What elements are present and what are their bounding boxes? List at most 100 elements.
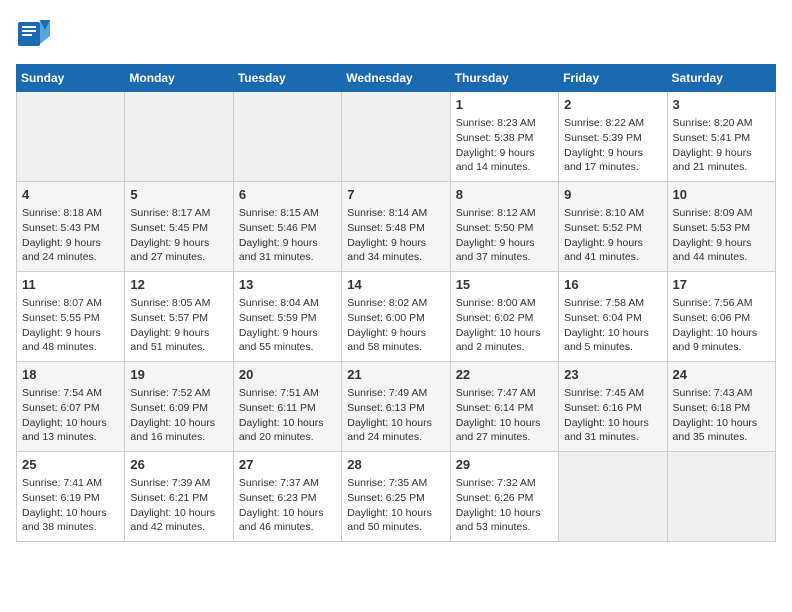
cell-info-line: Sunrise: 8:17 AM <box>130 206 227 221</box>
cell-info-line: and 31 minutes. <box>564 430 661 445</box>
logo-icon <box>16 16 52 52</box>
cell-info-line: and 44 minutes. <box>673 250 770 265</box>
cell-info-line: Daylight: 9 hours <box>673 146 770 161</box>
calendar-cell: 5Sunrise: 8:17 AMSunset: 5:45 PMDaylight… <box>125 182 233 272</box>
cell-info-line: Sunrise: 7:58 AM <box>564 296 661 311</box>
cell-info-line: Sunrise: 7:56 AM <box>673 296 770 311</box>
day-header-friday: Friday <box>559 65 667 92</box>
calendar-cell: 15Sunrise: 8:00 AMSunset: 6:02 PMDayligh… <box>450 272 558 362</box>
calendar-cell: 12Sunrise: 8:05 AMSunset: 5:57 PMDayligh… <box>125 272 233 362</box>
cell-info-line: and 51 minutes. <box>130 340 227 355</box>
cell-info-line: and 34 minutes. <box>347 250 444 265</box>
cell-info-line: Daylight: 10 hours <box>564 326 661 341</box>
cell-info-line: Sunrise: 8:23 AM <box>456 116 553 131</box>
cell-info-line: and 55 minutes. <box>239 340 336 355</box>
cell-info-line: and 27 minutes. <box>456 430 553 445</box>
cell-info-line: and 16 minutes. <box>130 430 227 445</box>
page-header <box>16 16 776 52</box>
cell-info-line: Daylight: 9 hours <box>564 146 661 161</box>
cell-info-line: Sunrise: 8:02 AM <box>347 296 444 311</box>
cell-info-line: Sunrise: 8:07 AM <box>22 296 119 311</box>
cell-info-line: Sunrise: 7:32 AM <box>456 476 553 491</box>
day-number: 24 <box>673 366 770 384</box>
calendar-cell: 21Sunrise: 7:49 AMSunset: 6:13 PMDayligh… <box>342 362 450 452</box>
cell-info-line: Sunrise: 8:20 AM <box>673 116 770 131</box>
day-number: 28 <box>347 456 444 474</box>
day-number: 12 <box>130 276 227 294</box>
day-number: 17 <box>673 276 770 294</box>
day-number: 7 <box>347 186 444 204</box>
cell-info-line: Daylight: 10 hours <box>673 326 770 341</box>
cell-info-line: and 41 minutes. <box>564 250 661 265</box>
week-row-3: 11Sunrise: 8:07 AMSunset: 5:55 PMDayligh… <box>17 272 776 362</box>
calendar-cell: 29Sunrise: 7:32 AMSunset: 6:26 PMDayligh… <box>450 452 558 542</box>
calendar-cell: 3Sunrise: 8:20 AMSunset: 5:41 PMDaylight… <box>667 92 775 182</box>
cell-info-line: Daylight: 10 hours <box>456 326 553 341</box>
week-row-4: 18Sunrise: 7:54 AMSunset: 6:07 PMDayligh… <box>17 362 776 452</box>
days-header-row: SundayMondayTuesdayWednesdayThursdayFrid… <box>17 65 776 92</box>
cell-info-line: Sunrise: 8:05 AM <box>130 296 227 311</box>
calendar-cell: 17 Sunrise: 7:56 AMSunset: 6:06 PMDayligh… <box>667 272 775 362</box>
cell-info-line: Sunrise: 8:09 AM <box>673 206 770 221</box>
cell-info-line: Daylight: 10 hours <box>239 416 336 431</box>
day-number: 18 <box>22 366 119 384</box>
day-number: 1 <box>456 96 553 114</box>
cell-info-line: Sunrise: 8:18 AM <box>22 206 119 221</box>
week-row-2: 4Sunrise: 8:18 AMSunset: 5:43 PMDaylight… <box>17 182 776 272</box>
calendar-cell: 4Sunrise: 8:18 AMSunset: 5:43 PMDaylight… <box>17 182 125 272</box>
calendar-cell: 25Sunrise: 7:41 AMSunset: 6:19 PMDayligh… <box>17 452 125 542</box>
cell-info-line: Sunset: 5:55 PM <box>22 311 119 326</box>
cell-info-line: Sunset: 6:25 PM <box>347 491 444 506</box>
cell-info-line: and 48 minutes. <box>22 340 119 355</box>
calendar-cell: 22Sunrise: 7:47 AMSunset: 6:14 PMDayligh… <box>450 362 558 452</box>
cell-info-line: Sunset: 5:46 PM <box>239 221 336 236</box>
cell-info-line: Sunset: 6:06 PM <box>673 311 770 326</box>
cell-info-line: Daylight: 9 hours <box>347 326 444 341</box>
cell-info-line: and 20 minutes. <box>239 430 336 445</box>
cell-info-line: and 42 minutes. <box>130 520 227 535</box>
cell-info-line: Sunset: 6:16 PM <box>564 401 661 416</box>
cell-info-line: and 53 minutes. <box>456 520 553 535</box>
calendar-cell <box>667 452 775 542</box>
cell-info-line: Sunset: 5:41 PM <box>673 131 770 146</box>
cell-info-line: Sunrise: 8:15 AM <box>239 206 336 221</box>
day-header-saturday: Saturday <box>667 65 775 92</box>
cell-info-line: Sunrise: 7:43 AM <box>673 386 770 401</box>
cell-info-line: Sunrise: 8:22 AM <box>564 116 661 131</box>
calendar-table: SundayMondayTuesdayWednesdayThursdayFrid… <box>16 64 776 542</box>
calendar-cell: 20Sunrise: 7:51 AMSunset: 6:11 PMDayligh… <box>233 362 341 452</box>
cell-info-line: Daylight: 9 hours <box>347 236 444 251</box>
cell-info-line: Sunset: 6:23 PM <box>239 491 336 506</box>
day-number: 5 <box>130 186 227 204</box>
calendar-cell <box>17 92 125 182</box>
cell-info-line: and 17 minutes. <box>564 160 661 175</box>
day-header-monday: Monday <box>125 65 233 92</box>
week-row-5: 25Sunrise: 7:41 AMSunset: 6:19 PMDayligh… <box>17 452 776 542</box>
day-number: 21 <box>347 366 444 384</box>
calendar-cell: 27Sunrise: 7:37 AMSunset: 6:23 PMDayligh… <box>233 452 341 542</box>
cell-info-line: and 2 minutes. <box>456 340 553 355</box>
cell-info-line: Sunrise: 7:41 AM <box>22 476 119 491</box>
cell-info-line: and 24 minutes. <box>22 250 119 265</box>
calendar-cell: 9Sunrise: 8:10 AMSunset: 5:52 PMDaylight… <box>559 182 667 272</box>
day-header-wednesday: Wednesday <box>342 65 450 92</box>
day-number: 22 <box>456 366 553 384</box>
cell-info-line: Sunset: 6:11 PM <box>239 401 336 416</box>
day-number: 10 <box>673 186 770 204</box>
day-number: 2 <box>564 96 661 114</box>
cell-info-line: Daylight: 9 hours <box>673 236 770 251</box>
calendar-cell: 13Sunrise: 8:04 AMSunset: 5:59 PMDayligh… <box>233 272 341 362</box>
cell-info-line: Daylight: 9 hours <box>456 236 553 251</box>
cell-info-line: and 21 minutes. <box>673 160 770 175</box>
cell-info-line: Daylight: 10 hours <box>673 416 770 431</box>
calendar-cell: 1Sunrise: 8:23 AMSunset: 5:38 PMDaylight… <box>450 92 558 182</box>
cell-info-line: and 9 minutes. <box>673 340 770 355</box>
day-number: 13 <box>239 276 336 294</box>
cell-info-line: Sunset: 6:21 PM <box>130 491 227 506</box>
cell-info-line: and 35 minutes. <box>673 430 770 445</box>
logo <box>16 16 56 52</box>
cell-info-line: and 14 minutes. <box>456 160 553 175</box>
cell-info-line: Sunset: 5:57 PM <box>130 311 227 326</box>
cell-info-line: Sunset: 5:38 PM <box>456 131 553 146</box>
cell-info-line: and 38 minutes. <box>22 520 119 535</box>
